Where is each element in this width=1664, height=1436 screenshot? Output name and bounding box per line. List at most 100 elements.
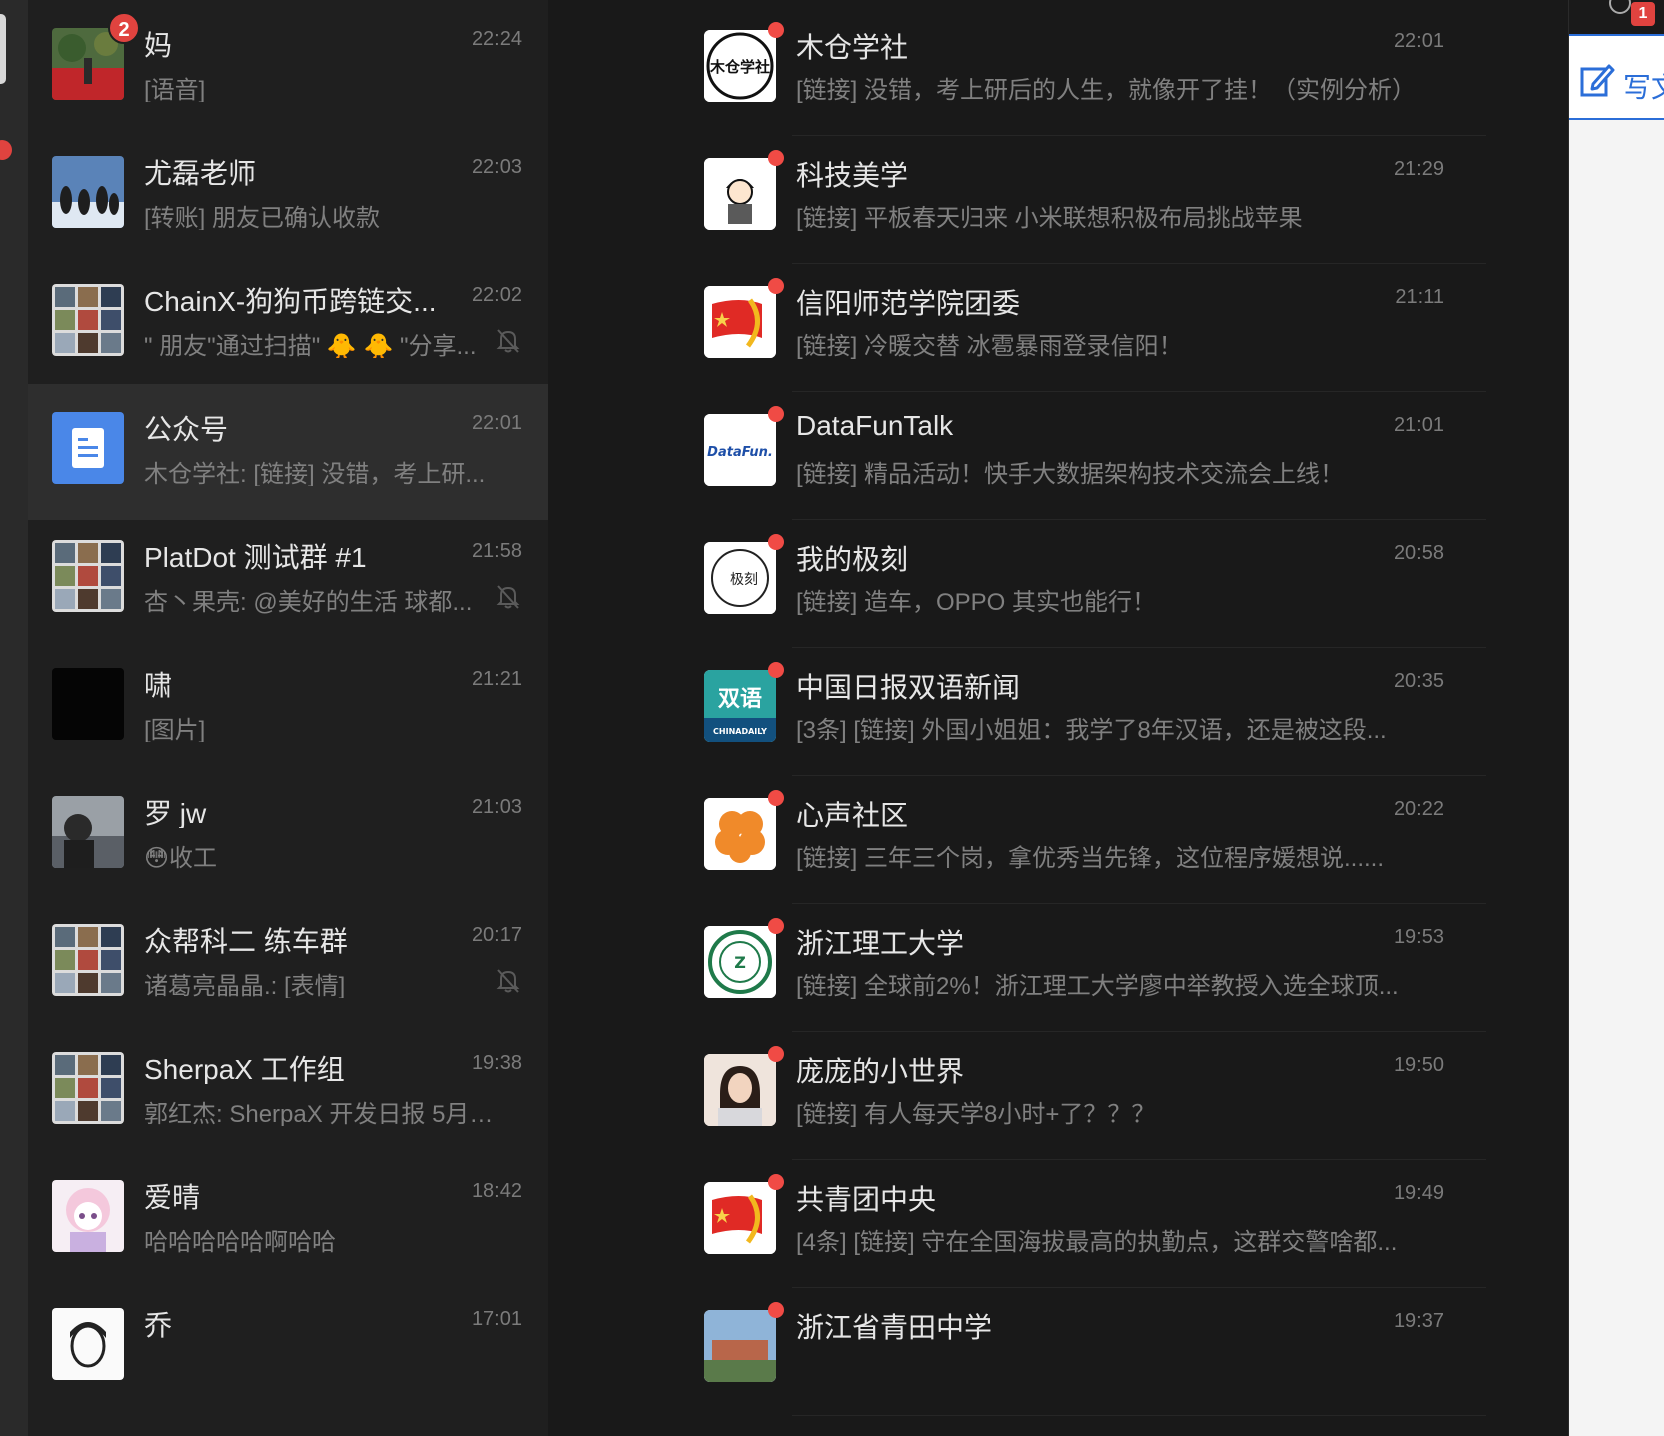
chat-name: 爱晴 <box>144 1182 201 1212</box>
article-item[interactable]: 信阳师范学院团委 21:11 [链接] 冷暖交替 冰雹暴雨登录信阳！ <box>548 256 1568 392</box>
article-item[interactable]: 木仓学社 木仓学社 22:01 [链接] 没错，考上研后的人生，就像开了挂！（实例分析… <box>548 0 1568 136</box>
article-item[interactable]: DataFun. DataFunTalk 21:01 [链接] 精品活动！快手大数据架… <box>548 384 1568 520</box>
account-avatar: Z <box>704 926 776 998</box>
account-avatar: 极刻 <box>704 542 776 614</box>
chat-time: 17:01 <box>471 1308 522 1330</box>
svg-text:DataFun.: DataFun. <box>707 445 773 460</box>
write-article-button[interactable]: 写文 <box>1569 34 1664 120</box>
article-time: 19:53 <box>1393 926 1444 948</box>
unread-dot <box>768 918 784 934</box>
unread-count-badge: 2 <box>108 12 140 44</box>
chat-list-item[interactable]: 尤磊老师 22:03 [转账] 朋友已确认收款 <box>28 128 548 264</box>
chat-preview: 杏丶果壳: @美好的生活 球都... <box>144 589 473 614</box>
svg-text:极刻: 极刻 <box>730 572 758 588</box>
account-name: 科技美学 <box>796 160 909 190</box>
account-name: DataFunTalk <box>796 410 954 441</box>
account-name: 中国日报双语新闻 <box>796 672 1021 702</box>
account-name: 浙江省青田中学 <box>796 1312 993 1342</box>
mute-bell-icon <box>496 329 520 353</box>
chat-list-item[interactable]: 众帮科二 练车群 20:17 诸葛亮晶晶.: [表情] <box>28 896 548 1032</box>
edit-icon <box>1580 64 1615 97</box>
chat-time: 21:03 <box>471 796 522 818</box>
article-time: 21:29 <box>1393 158 1444 180</box>
article-time: 19:49 <box>1393 1182 1444 1204</box>
chat-preview: 哈哈哈哈哈啊哈哈 <box>144 1229 336 1254</box>
article-summary: [链接] 有人每天学8小时+了？？？ <box>796 1101 1156 1128</box>
chat-list-item[interactable]: 2 妈 22:24 [语音] <box>28 0 548 136</box>
avatar <box>52 412 124 484</box>
svg-text:Z: Z <box>734 953 746 972</box>
chat-time: 21:21 <box>471 668 522 690</box>
avatar <box>52 796 124 868</box>
article-item[interactable]: 心声社区 20:22 [链接] 三年三个岗，拿优秀当先锋，这位程序媛想说...... <box>548 768 1568 904</box>
unread-dot <box>768 790 784 806</box>
article-item[interactable]: 极刻 我的极刻 20:58 [链接] 造车，OPPO 其实也能行！ <box>548 512 1568 648</box>
chat-name: 罗 jw <box>144 798 207 828</box>
article-item[interactable]: 浙江省青田中学 19:37 <box>548 1280 1568 1416</box>
account-name: 庞庞的小世界 <box>796 1056 965 1086</box>
account-avatar: 双语 CHINADAILY <box>704 670 776 742</box>
chat-time: 22:24 <box>471 28 522 50</box>
notification-badge: 1 <box>1631 2 1655 26</box>
avatar <box>52 1180 124 1252</box>
article-time: 20:58 <box>1393 542 1444 564</box>
chat-list-item[interactable]: 爱晴 18:42 哈哈哈哈哈啊哈哈 <box>28 1152 548 1288</box>
account-name: 信阳师范学院团委 <box>796 288 1021 318</box>
account-avatar: DataFun. <box>704 414 776 486</box>
chat-name: 乔 <box>144 1310 173 1340</box>
article-item[interactable]: 双语 CHINADAILY 中国日报双语新闻 20:35 [3条] [链接] 外国小姐姐… <box>548 640 1568 776</box>
svg-text:木仓学社: 木仓学社 <box>709 58 770 76</box>
chat-name: ChainX-狗狗币跨链交... <box>144 286 437 316</box>
chat-preview: [语音] <box>144 77 206 102</box>
chat-list-item[interactable]: 罗 jw 21:03 😳收工 <box>28 768 548 904</box>
unread-dot <box>768 534 784 550</box>
mute-bell-icon <box>496 969 520 993</box>
article-time: 19:50 <box>1393 1054 1444 1076</box>
article-item[interactable]: 科技美学 21:29 [链接] 平板春天归来 小米联想积极布局挑战苹果 <box>548 128 1568 264</box>
article-item[interactable]: 庞庞的小世界 19:50 [链接] 有人每天学8小时+了？？？ <box>548 1024 1568 1160</box>
chat-list-item[interactable]: SherpaX 工作组 19:38 郭红杰: SherpaX 开发日报 5月1... <box>28 1024 548 1160</box>
account-name: 浙江理工大学 <box>796 928 965 958</box>
avatar <box>52 156 124 228</box>
account-name: 心声社区 <box>796 800 909 830</box>
chat-list-item[interactable]: PlatDot 测试群 #1 21:58 杏丶果壳: @美好的生活 球都... <box>28 512 548 648</box>
chat-time: 18:42 <box>471 1180 522 1202</box>
chat-time: 19:38 <box>471 1052 522 1074</box>
unread-dot <box>768 662 784 678</box>
article-summary: [链接] 全球前2%！浙江理工大学廖中举教授入选全球顶... <box>796 973 1399 1000</box>
unread-dot <box>768 1174 784 1190</box>
unread-dot <box>768 22 784 38</box>
chat-list-item[interactable]: ChainX-狗狗币跨链交... 22:02 " 朋友"通过扫描" 🐥 🐥 "分享.… <box>28 256 548 392</box>
article-summary: [链接] 三年三个岗，拿优秀当先锋，这位程序媛想说...... <box>796 845 1385 872</box>
window-edge-knob <box>0 14 6 84</box>
article-time: 20:22 <box>1393 798 1444 820</box>
account-avatar <box>704 1182 776 1254</box>
chat-list-item[interactable]: 公众号 22:01 木仓学社: [链接] 没错，考上研... <box>28 384 548 520</box>
article-time: 19:37 <box>1393 1310 1444 1332</box>
left-edge-strip <box>0 0 28 1436</box>
account-avatar <box>704 1054 776 1126</box>
chat-name: 公众号 <box>144 414 229 444</box>
article-time: 21:11 <box>1395 286 1444 308</box>
chat-time: 20:17 <box>471 924 522 946</box>
chat-time: 21:58 <box>471 540 522 562</box>
chat-preview: 木仓学社: [链接] 没错，考上研... <box>144 461 486 486</box>
chat-preview: " 朋友"通过扫描" 🐥 🐥 "分享... <box>144 333 477 358</box>
article-item[interactable]: Z 浙江理工大学 19:53 [链接] 全球前2%！浙江理工大学廖中举教授入选全球顶.… <box>548 896 1568 1032</box>
svg-text:CHINADAILY: CHINADAILY <box>713 727 767 736</box>
chat-list-item[interactable]: 乔 17:01 <box>28 1280 548 1416</box>
avatar <box>52 1308 124 1380</box>
article-summary <box>796 1350 1426 1384</box>
article-item[interactable]: 共青团中央 19:49 [4条] [链接] 守在全国海拔最高的执勤点，这群交警啥都.… <box>548 1152 1568 1288</box>
avatar <box>52 668 124 740</box>
camera-icon[interactable] <box>1609 0 1631 14</box>
article-summary: [链接] 造车，OPPO 其实也能行！ <box>796 589 1157 616</box>
account-name: 木仓学社 <box>796 32 909 62</box>
chat-name: 啸 <box>144 670 173 700</box>
unread-dot <box>768 1046 784 1062</box>
chat-preview: 郭红杰: SherpaX 开发日报 5月1... <box>144 1101 494 1126</box>
chat-list-item[interactable]: 啸 21:21 [图片] <box>28 640 548 776</box>
chat-name: PlatDot 测试群 #1 <box>144 542 367 572</box>
article-summary: [链接] 平板春天归来 小米联想积极布局挑战苹果 <box>796 205 1303 232</box>
unread-dot <box>768 150 784 166</box>
